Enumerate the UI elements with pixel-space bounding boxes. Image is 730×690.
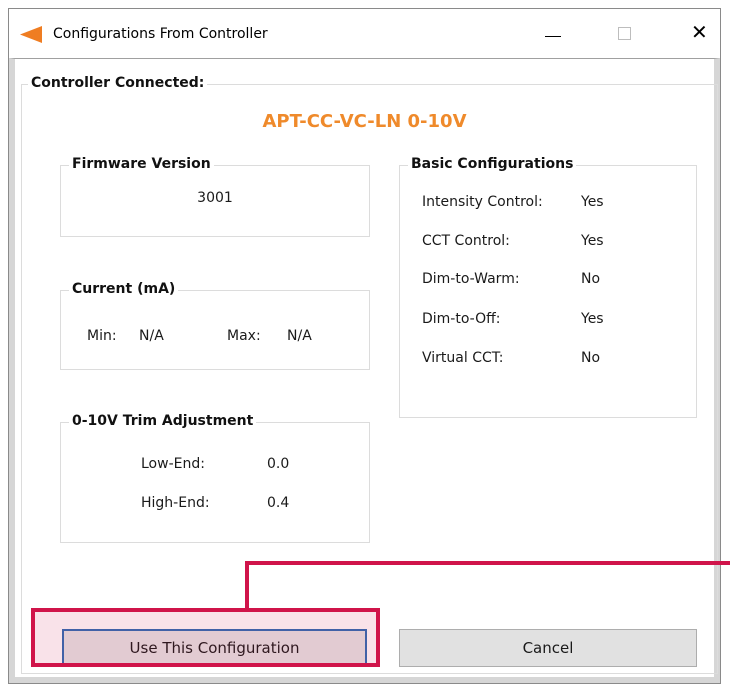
- title-bar[interactable]: Configurations From Controller ✕: [9, 9, 720, 58]
- virtual-cct-label: Virtual CCT:: [422, 350, 504, 366]
- minimize-button[interactable]: [529, 9, 575, 57]
- callout-line-vertical: [245, 561, 249, 608]
- dim-to-off-label: Dim-to-Off:: [422, 311, 501, 327]
- current-min-value: N/A: [139, 328, 164, 344]
- cct-control-value: Yes: [581, 233, 604, 249]
- basic-configurations-title: Basic Configurations: [408, 156, 577, 172]
- intensity-control-value: Yes: [581, 194, 604, 210]
- window-title: Configurations From Controller: [53, 26, 268, 42]
- trim-adjustment-group: 0-10V Trim Adjustment Low-End: 0.0 High-…: [60, 413, 370, 543]
- maximize-icon: [618, 27, 631, 40]
- current-title: Current (mA): [69, 281, 179, 297]
- firmware-version-title: Firmware Version: [69, 156, 214, 172]
- orange-arrow-icon: [20, 26, 42, 43]
- trim-adjustment-title: 0-10V Trim Adjustment: [69, 413, 257, 429]
- cct-control-label: CCT Control:: [422, 233, 510, 249]
- configurations-window: Configurations From Controller ✕ Control…: [8, 8, 721, 684]
- dialog-content: Controller Connected: APT-CC-VC-LN 0-10V…: [9, 58, 720, 683]
- basic-configurations-group: Basic Configurations Intensity Control: …: [399, 156, 697, 418]
- current-max-label: Max:: [227, 328, 261, 344]
- minimize-icon: [545, 36, 561, 37]
- trim-high-value: 0.4: [267, 495, 290, 511]
- firmware-version-value: 3001: [197, 190, 233, 206]
- controller-connected-label: Controller Connected:: [28, 75, 208, 91]
- cancel-button[interactable]: Cancel: [399, 629, 697, 667]
- close-button[interactable]: ✕: [674, 9, 720, 57]
- current-group: Current (mA) Min: N/A Max: N/A: [60, 281, 370, 370]
- trim-high-label: High-End:: [141, 495, 210, 511]
- intensity-control-label: Intensity Control:: [422, 194, 543, 210]
- device-name: APT-CC-VC-LN 0-10V: [262, 111, 467, 132]
- dim-to-warm-label: Dim-to-Warm:: [422, 271, 520, 287]
- callout-line-horizontal: [245, 561, 730, 565]
- firmware-version-group: Firmware Version 3001: [60, 156, 370, 237]
- current-min-label: Min:: [87, 328, 117, 344]
- maximize-button[interactable]: [601, 9, 647, 57]
- highlight-annotation: [31, 608, 380, 667]
- trim-low-label: Low-End:: [141, 456, 205, 472]
- current-max-value: N/A: [287, 328, 312, 344]
- dim-to-off-value: Yes: [581, 311, 604, 327]
- close-icon: ✕: [691, 20, 708, 44]
- dim-to-warm-value: No: [581, 271, 601, 287]
- trim-low-value: 0.0: [267, 456, 290, 472]
- virtual-cct-value: No: [581, 350, 601, 366]
